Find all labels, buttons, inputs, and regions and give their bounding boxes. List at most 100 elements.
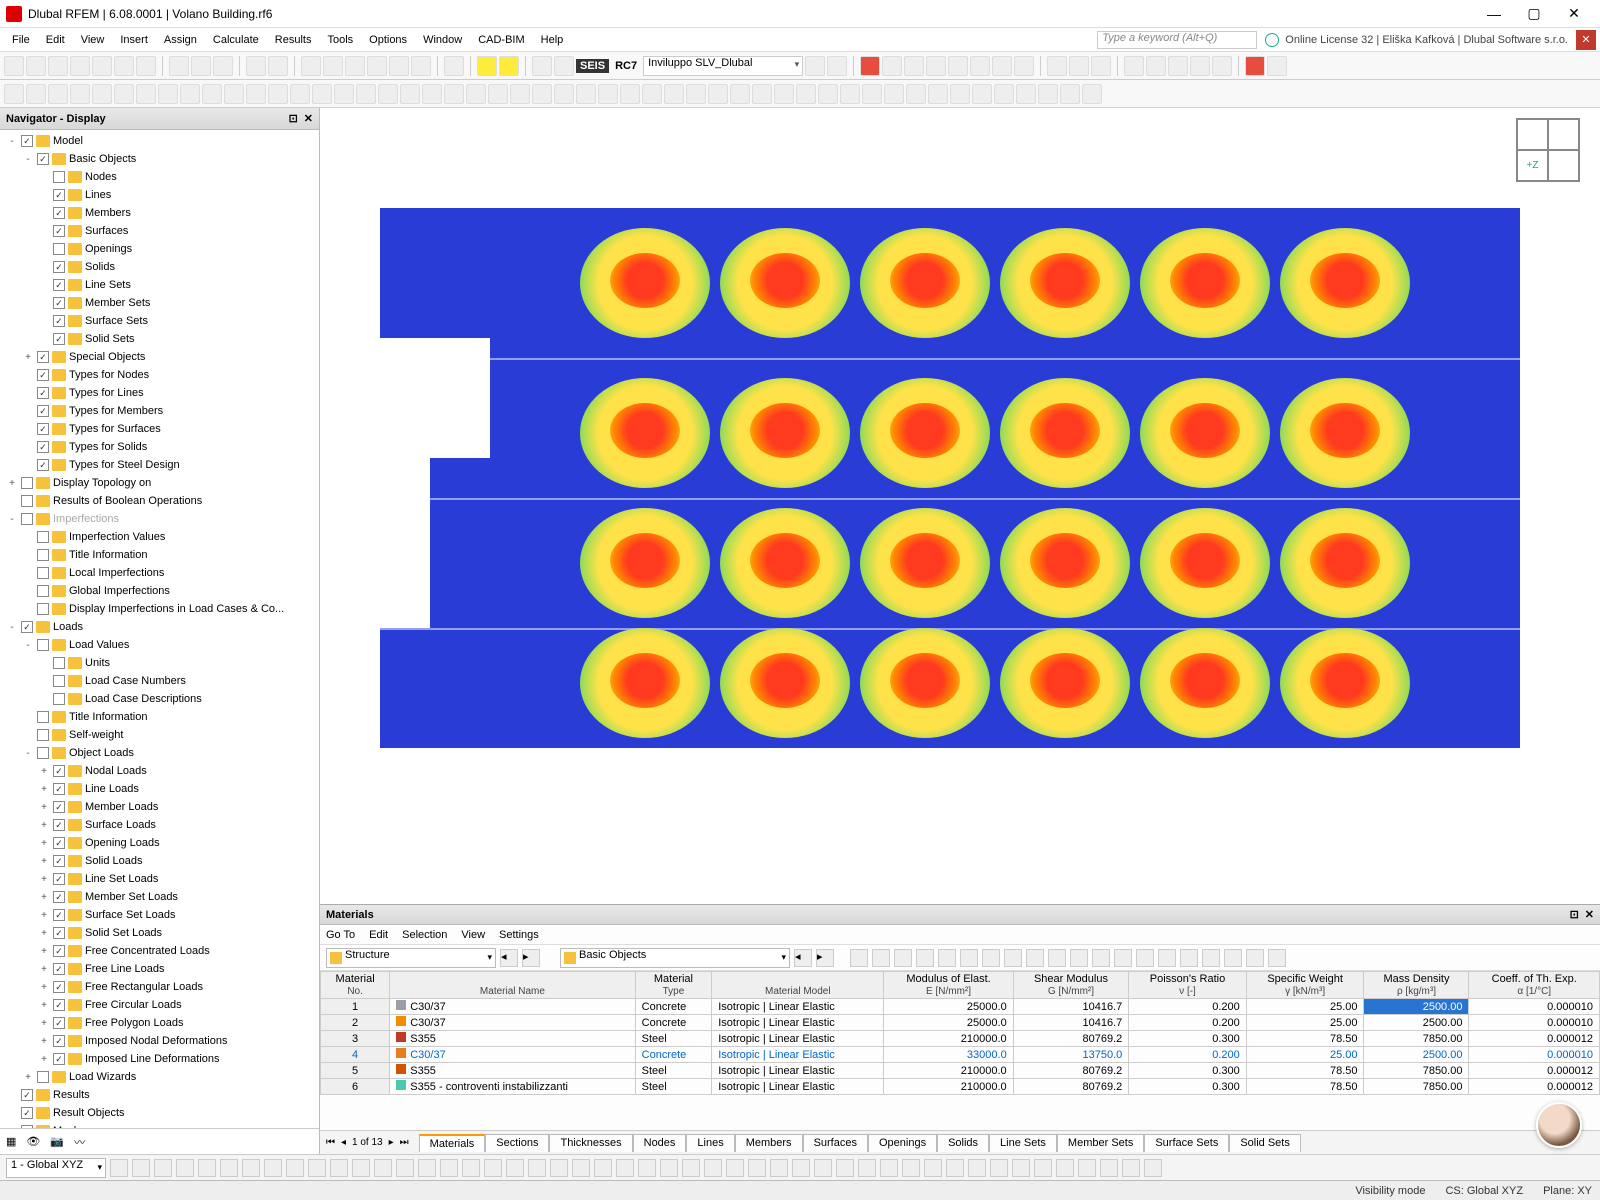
viewport-3d[interactable]: +Z (function(){ var rows=[70,220,350,470…	[320, 108, 1600, 904]
menu-help[interactable]: Help	[533, 31, 572, 49]
grid2-icon[interactable]	[323, 56, 343, 76]
next-lc-icon[interactable]	[827, 56, 847, 76]
tree-item[interactable]: ✓Types for Members	[0, 402, 319, 420]
checkbox[interactable]: ✓	[53, 891, 65, 903]
nav-tab-data-icon[interactable]: ▦	[6, 1135, 16, 1148]
checkbox[interactable]: ✓	[53, 837, 65, 849]
tree-item[interactable]: Openings	[0, 240, 319, 258]
r6-icon[interactable]	[1014, 56, 1034, 76]
expand-icon[interactable]: +	[38, 766, 50, 777]
tool2-35-icon[interactable]	[774, 84, 794, 104]
checkbox[interactable]: ✓	[53, 801, 65, 813]
checkbox[interactable]	[37, 585, 49, 597]
navigator-tree[interactable]: -✓Model-✓Basic ObjectsNodes✓Lines✓Member…	[0, 130, 319, 1128]
tree-item[interactable]: Self-weight	[0, 726, 319, 744]
mat-tool-15-icon[interactable]	[1180, 949, 1198, 967]
checkbox[interactable]: ✓	[53, 297, 65, 309]
mat-next-icon[interactable]: ▸	[522, 949, 540, 967]
checkbox[interactable]: ✓	[37, 369, 49, 381]
tree-item[interactable]: -✓Basic Objects	[0, 150, 319, 168]
bottom-tool-12-icon[interactable]	[374, 1159, 392, 1177]
tool2-42-icon[interactable]	[928, 84, 948, 104]
table-row[interactable]: 5S355SteelIsotropic | Linear Elastic2100…	[321, 1063, 1600, 1079]
tree-item[interactable]: -Imperfections	[0, 510, 319, 528]
tree-item[interactable]: +✓Special Objects	[0, 348, 319, 366]
bottom-tool-6-icon[interactable]	[242, 1159, 260, 1177]
menu-tools[interactable]: Tools	[319, 31, 361, 49]
checkbox[interactable]	[53, 675, 65, 687]
tool2-44-icon[interactable]	[972, 84, 992, 104]
tree-item[interactable]: ✓Members	[0, 204, 319, 222]
checkbox[interactable]: ✓	[37, 351, 49, 363]
bottom-tool-29-icon[interactable]	[748, 1159, 766, 1177]
tree-item[interactable]: Units	[0, 654, 319, 672]
checkbox[interactable]: ✓	[53, 765, 65, 777]
tool2-15-icon[interactable]	[334, 84, 354, 104]
r2-icon[interactable]	[926, 56, 946, 76]
expand-icon[interactable]: +	[38, 784, 50, 795]
col-header[interactable]: Material Name	[390, 972, 635, 999]
checkbox[interactable]: ✓	[37, 441, 49, 453]
tool2-11-icon[interactable]	[246, 84, 266, 104]
checkbox[interactable]: ✓	[53, 1035, 65, 1047]
tool2-3-icon[interactable]	[70, 84, 90, 104]
lc-icon[interactable]	[532, 56, 552, 76]
mat-tool-11-icon[interactable]	[1092, 949, 1110, 967]
tab-thicknesses[interactable]: Thicknesses	[549, 1134, 632, 1152]
bottom-tool-16-icon[interactable]	[462, 1159, 480, 1177]
bottom-tool-2-icon[interactable]	[154, 1159, 172, 1177]
col-header[interactable]: Shear ModulusG [N/mm²]	[1013, 972, 1129, 999]
menu-calculate[interactable]: Calculate	[205, 31, 267, 49]
menu-insert[interactable]: Insert	[112, 31, 156, 49]
load-combo-dropdown[interactable]: Inviluppo SLV_Dlubal	[643, 56, 803, 76]
checkbox[interactable]: ✓	[21, 135, 33, 147]
keyword-search[interactable]: Type a keyword (Alt+Q)	[1097, 31, 1257, 49]
r4-icon[interactable]	[970, 56, 990, 76]
tree-item[interactable]: +✓Free Circular Loads	[0, 996, 319, 1014]
tool2-19-icon[interactable]	[422, 84, 442, 104]
expand-icon[interactable]: -	[22, 640, 34, 651]
navigator-pin-icon[interactable]: ⊡	[289, 112, 298, 125]
mat-tool-10-icon[interactable]	[1070, 949, 1088, 967]
col-header[interactable]: Specific Weightγ [kN/m³]	[1246, 972, 1364, 999]
bottom-tool-0-icon[interactable]	[110, 1159, 128, 1177]
tab-member-sets[interactable]: Member Sets	[1057, 1134, 1144, 1152]
checkbox[interactable]	[37, 747, 49, 759]
tool2-10-icon[interactable]	[224, 84, 244, 104]
tool2-22-icon[interactable]	[488, 84, 508, 104]
print-icon[interactable]	[114, 56, 134, 76]
menu-file[interactable]: File	[4, 31, 38, 49]
checkbox[interactable]: ✓	[21, 1107, 33, 1119]
col-header[interactable]: Modulus of Elast.E [N/mm²]	[884, 972, 1013, 999]
highlight2-icon[interactable]	[499, 56, 519, 76]
close-button[interactable]: ✕	[1554, 0, 1594, 28]
new-icon[interactable]	[4, 56, 24, 76]
m5-icon[interactable]	[1212, 56, 1232, 76]
mat-next2-icon[interactable]: ▸	[816, 949, 834, 967]
col-header[interactable]: Mass Densityρ [kg/m³]	[1364, 972, 1469, 999]
tool2-43-icon[interactable]	[950, 84, 970, 104]
tool2-16-icon[interactable]	[356, 84, 376, 104]
tool2-21-icon[interactable]	[466, 84, 486, 104]
checkbox[interactable]: ✓	[53, 189, 65, 201]
tree-item[interactable]: +✓Imposed Line Deformations	[0, 1050, 319, 1068]
checkbox[interactable]: ✓	[53, 333, 65, 345]
tree-item[interactable]: Load Case Numbers	[0, 672, 319, 690]
tool2-46-icon[interactable]	[1016, 84, 1036, 104]
copy-icon[interactable]	[213, 56, 233, 76]
tree-item[interactable]: -Load Values	[0, 636, 319, 654]
table-row[interactable]: 1C30/37ConcreteIsotropic | Linear Elasti…	[321, 999, 1600, 1015]
bottom-tool-3-icon[interactable]	[176, 1159, 194, 1177]
tree-item[interactable]: +✓Solid Set Loads	[0, 924, 319, 942]
tool2-48-icon[interactable]	[1060, 84, 1080, 104]
tool2-28-icon[interactable]	[620, 84, 640, 104]
view1-icon[interactable]	[246, 56, 266, 76]
tool2-45-icon[interactable]	[994, 84, 1014, 104]
tab-lines[interactable]: Lines	[686, 1134, 734, 1152]
bottom-tool-14-icon[interactable]	[418, 1159, 436, 1177]
undo-icon[interactable]	[169, 56, 189, 76]
mat-menu-view[interactable]: View	[461, 929, 485, 941]
checkbox[interactable]: ✓	[53, 279, 65, 291]
tree-item[interactable]: Display Imperfections in Load Cases & Co…	[0, 600, 319, 618]
import-icon[interactable]	[92, 56, 112, 76]
